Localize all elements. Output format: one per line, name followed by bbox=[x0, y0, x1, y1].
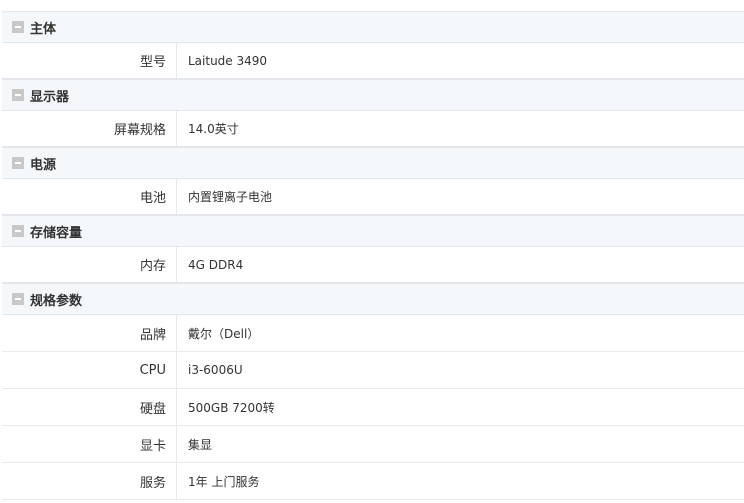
spec-value: 14.0英寸 bbox=[188, 122, 239, 136]
spec-key: 内存 bbox=[2, 247, 177, 282]
collapse-minus-icon[interactable] bbox=[12, 21, 24, 33]
spec-value: Laitude 3490 bbox=[188, 53, 268, 68]
spec-value: 内置锂离子电池 bbox=[188, 190, 273, 204]
collapse-minus-icon[interactable] bbox=[12, 225, 24, 237]
spec-row: 内存 4G DDR4 bbox=[2, 247, 744, 284]
spec-key: 硬盘 bbox=[2, 389, 177, 425]
spec-key: 电池 bbox=[2, 179, 177, 214]
spec-table: 主体 型号 Laitude 3490 显示器 屏幕规格 14.0英寸 电源 电池… bbox=[2, 11, 744, 500]
section-header-main[interactable]: 主体 bbox=[2, 12, 744, 43]
collapse-minus-icon[interactable] bbox=[12, 293, 24, 305]
section-header-power[interactable]: 电源 bbox=[2, 148, 744, 179]
spec-row: 硬盘 500GB 7200转 bbox=[2, 389, 744, 426]
section-title: 主体 bbox=[30, 21, 57, 37]
spec-row: 屏幕规格 14.0英寸 bbox=[2, 111, 744, 148]
spec-value: 1年 上门服务 bbox=[188, 474, 260, 489]
spec-value: 500GB 7200转 bbox=[188, 400, 275, 415]
spec-value: 戴尔（Dell） bbox=[188, 326, 260, 341]
spec-row: 显卡 集显 bbox=[2, 426, 744, 463]
spec-row: 型号 Laitude 3490 bbox=[2, 43, 744, 80]
spec-key: 服务 bbox=[2, 463, 177, 499]
spec-key: 品牌 bbox=[2, 315, 177, 351]
section-title: 电源 bbox=[30, 157, 57, 173]
collapse-minus-icon[interactable] bbox=[12, 157, 24, 169]
section-header-storage[interactable]: 存储容量 bbox=[2, 216, 744, 247]
spec-key: 显卡 bbox=[2, 426, 177, 462]
section-title: 规格参数 bbox=[30, 293, 83, 309]
spec-key: CPU bbox=[2, 352, 177, 388]
spec-key: 型号 bbox=[2, 43, 177, 78]
spec-value: i3-6006U bbox=[188, 363, 243, 377]
collapse-minus-icon[interactable] bbox=[12, 89, 24, 101]
spec-key: 屏幕规格 bbox=[2, 111, 177, 146]
spec-row: CPU i3-6006U bbox=[2, 352, 744, 389]
spec-row: 电池 内置锂离子电池 bbox=[2, 179, 744, 216]
spec-row: 品牌 戴尔（Dell） bbox=[2, 315, 744, 352]
spec-row: 服务 1年 上门服务 bbox=[2, 463, 744, 500]
spec-value: 4G DDR4 bbox=[188, 257, 244, 272]
section-header-display[interactable]: 显示器 bbox=[2, 80, 744, 111]
section-title: 显示器 bbox=[30, 89, 70, 105]
section-header-specs[interactable]: 规格参数 bbox=[2, 284, 744, 315]
section-title: 存储容量 bbox=[30, 225, 83, 241]
spec-value: 集显 bbox=[188, 437, 213, 452]
